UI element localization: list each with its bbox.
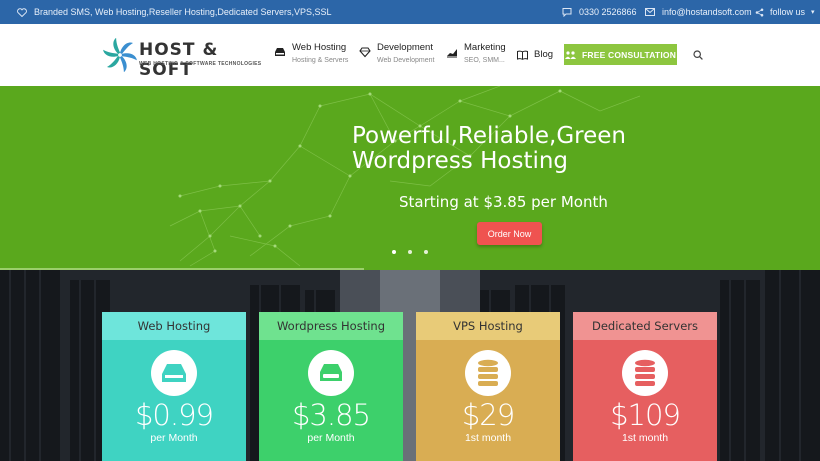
- plan-price: $29: [461, 398, 515, 432]
- nav-marketing-sub: SEO, SMM...: [464, 57, 505, 64]
- top-bar: Branded SMS, Web Hosting,Reseller Hostin…: [0, 0, 820, 24]
- envelope-icon: [645, 8, 655, 16]
- phone-number[interactable]: 0330 2526866: [579, 7, 637, 17]
- heart-icon: [17, 7, 27, 17]
- order-now-button[interactable]: Order Now: [477, 222, 542, 245]
- search-icon[interactable]: [693, 50, 703, 60]
- chart-icon: [447, 49, 457, 58]
- plan-card-vps-hosting[interactable]: VPS Hosting $29 1st month: [416, 312, 560, 461]
- hero-title-line-1: Powerful,Reliable,Green: [352, 123, 626, 149]
- plan-price: $109: [610, 398, 681, 432]
- slider-dot-2[interactable]: [408, 250, 412, 254]
- nav-blog-label: Blog: [534, 49, 554, 60]
- plan-period: 1st month: [464, 432, 512, 444]
- plan-period: 1st month: [621, 432, 669, 444]
- plan-period: per Month: [150, 432, 198, 444]
- plan-title: Dedicated Servers: [573, 312, 717, 340]
- hero-title: Powerful,Reliable,Green Wordpress Hostin…: [352, 124, 626, 174]
- nav-web-hosting-sub: Hosting & Servers: [292, 57, 349, 64]
- nav-web-hosting-title: Web Hosting: [292, 42, 347, 53]
- database-icon: [635, 359, 655, 386]
- nav-web-hosting[interactable]: Web Hosting Hosting & Servers: [274, 42, 348, 66]
- nav-development-sub: Web Development: [377, 57, 435, 64]
- logo-subtitle: WEB HOSTING & SOFTWARE TECHNOLOGIES: [139, 61, 262, 67]
- logo-pinwheel-icon: [103, 38, 137, 72]
- caret-down-icon: ▾: [811, 9, 815, 16]
- plan-price: $0.99: [134, 398, 214, 432]
- diamond-icon: [359, 47, 371, 58]
- free-consultation-label: FREE CONSULTATION: [581, 49, 677, 60]
- plan-title: Web Hosting: [102, 312, 246, 340]
- hero-subtitle: Starting at $3.85 per Month: [399, 193, 608, 211]
- plan-icon-circle: [465, 350, 511, 396]
- slider-dot-1[interactable]: [392, 250, 396, 254]
- slider-dots: [392, 250, 428, 254]
- plan-card-dedicated-servers[interactable]: Dedicated Servers $109 1st month: [573, 312, 717, 461]
- slider-dot-3[interactable]: [424, 250, 428, 254]
- network-lines-background: [169, 86, 641, 267]
- tagline: Branded SMS, Web Hosting,Reseller Hostin…: [17, 0, 331, 24]
- email-address[interactable]: info@hostandsoft.com: [662, 7, 752, 17]
- plan-title: Wordpress Hosting: [259, 312, 403, 340]
- nav-marketing-title: Marketing: [464, 42, 506, 53]
- follow-us-dropdown[interactable]: follow us ▾: [755, 0, 815, 24]
- tagline-text: Branded SMS, Web Hosting,Reseller Hostin…: [34, 7, 332, 17]
- nav-development-title: Development: [377, 42, 433, 53]
- nav-marketing[interactable]: Marketing SEO, SMM...: [446, 42, 506, 66]
- book-icon: [517, 50, 528, 60]
- pricing-section: Web Hosting $0.99 per Month Wordpress Ho…: [0, 270, 820, 461]
- hero-slider: Powerful,Reliable,Green Wordpress Hostin…: [0, 86, 820, 270]
- database-icon: [478, 359, 498, 386]
- plan-price: $3.85: [291, 398, 371, 432]
- plan-icon-circle: [622, 350, 668, 396]
- phone-contact[interactable]: 0330 2526866: [562, 0, 637, 24]
- plan-card-web-hosting[interactable]: Web Hosting $0.99 per Month: [102, 312, 246, 461]
- chat-bubble-icon: [562, 8, 572, 17]
- plan-card-wordpress-hosting[interactable]: Wordpress Hosting $3.85 per Month: [259, 312, 403, 461]
- plan-icon-circle: [151, 350, 197, 396]
- hdd-tray-icon: [162, 364, 186, 382]
- site-header: HOST & SOFT WEB HOSTING & SOFTWARE TECHN…: [0, 24, 820, 86]
- logo[interactable]: HOST & SOFT WEB HOSTING & SOFTWARE TECHN…: [103, 38, 261, 80]
- plan-title: VPS Hosting: [416, 312, 560, 340]
- email-contact[interactable]: info@hostandsoft.com: [645, 0, 752, 24]
- plan-period: per Month: [307, 432, 355, 444]
- hero-title-line-2: Wordpress Hosting: [352, 148, 569, 174]
- free-consultation-button[interactable]: FREE CONSULTATION: [564, 44, 677, 65]
- nav-blog[interactable]: Blog: [517, 49, 553, 60]
- users-icon: [564, 50, 576, 59]
- nav-development[interactable]: Development Web Development: [359, 42, 434, 66]
- follow-us-label: follow us: [770, 7, 806, 17]
- hard-drive-icon: [320, 364, 342, 381]
- share-icon: [755, 8, 764, 16]
- logo-name: HOST & SOFT: [139, 40, 219, 80]
- server-tray-icon: [275, 48, 285, 56]
- plan-icon-circle: [308, 350, 354, 396]
